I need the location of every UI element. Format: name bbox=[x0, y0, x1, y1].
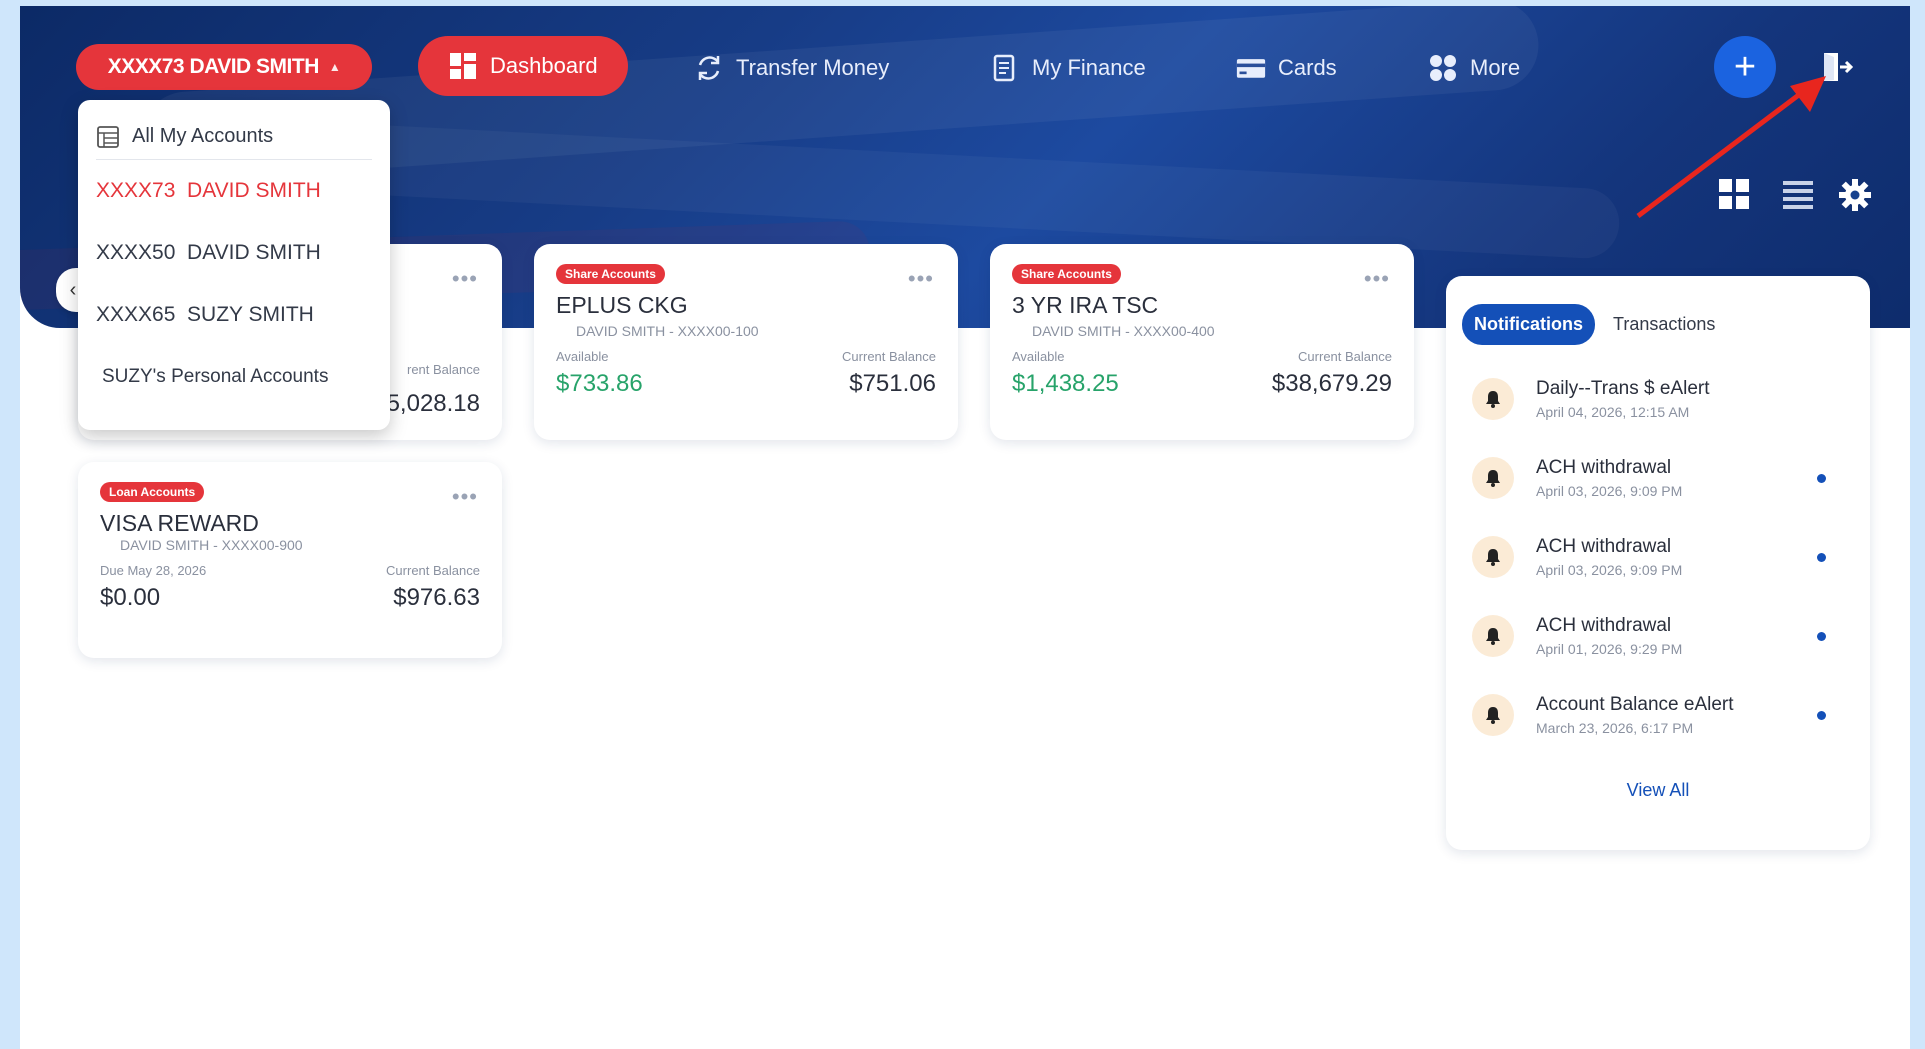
current-balance-value: $976.63 bbox=[393, 584, 480, 611]
account-owner-number: DAVID SMITH - XXXX00-100 bbox=[576, 323, 759, 339]
table-list-icon bbox=[97, 125, 119, 148]
bell-icon bbox=[1472, 377, 1514, 420]
account-card-eplus-ckg[interactable]: Share Accounts ••• EPLUS CKG DAVID SMITH… bbox=[534, 244, 958, 440]
available-value: $1,438.25 bbox=[1012, 370, 1119, 397]
current-balance-label: Current Balance bbox=[1298, 349, 1392, 364]
account-type-badge: Share Accounts bbox=[1012, 264, 1121, 284]
current-balance-label: Current Balance bbox=[842, 349, 936, 364]
nav-dashboard-label: Dashboard bbox=[490, 53, 598, 78]
bell-icon bbox=[1472, 535, 1514, 578]
account-name: 3 YR IRA TSC bbox=[1012, 292, 1159, 318]
nav-dashboard[interactable]: Dashboard bbox=[418, 36, 628, 96]
card-balance-value: 5,028.18 bbox=[386, 390, 480, 417]
more-options-icon[interactable]: ••• bbox=[908, 266, 934, 292]
grid-view-icon[interactable] bbox=[1718, 178, 1750, 210]
more-options-icon[interactable]: ••• bbox=[452, 484, 478, 510]
account-selector-button[interactable]: XXXX73 DAVID SMITH ▲ bbox=[76, 44, 372, 90]
notification-title: ACH withdrawal bbox=[1536, 614, 1672, 636]
account-selector-label: XXXX73 DAVID SMITH bbox=[107, 55, 320, 78]
view-all-link[interactable]: View All bbox=[1462, 780, 1854, 801]
bell-icon bbox=[1472, 614, 1514, 657]
notification-item[interactable]: ACH withdrawal April 03, 2026, 9:09 PM bbox=[1462, 438, 1854, 517]
account-type-badge: Share Accounts bbox=[556, 264, 665, 284]
due-amount-value: $0.00 bbox=[100, 584, 161, 611]
notification-item[interactable]: Daily--Trans $ eAlert April 04, 2026, 12… bbox=[1462, 359, 1854, 438]
nav-my-finance-label: My Finance bbox=[1032, 55, 1146, 80]
dropdown-item-all-accounts[interactable]: All My Accounts bbox=[96, 114, 372, 160]
nav-cards-label: Cards bbox=[1278, 55, 1337, 80]
app-frame: XXXX73 DAVID SMITH ▲ Dashboard Transfer … bbox=[20, 6, 1910, 1049]
gear-icon[interactable] bbox=[1838, 178, 1872, 212]
dropdown-item-xxxx65[interactable]: XXXX65 SUZY SMITH bbox=[96, 284, 372, 346]
nav-more-label: More bbox=[1470, 55, 1521, 80]
due-date-label: Due May 28, 2026 bbox=[100, 563, 207, 578]
notification-item[interactable]: ACH withdrawal April 01, 2026, 9:29 PM bbox=[1462, 596, 1854, 675]
nav-more[interactable]: More bbox=[1428, 40, 1520, 96]
unread-dot bbox=[1817, 711, 1826, 720]
available-label: Available bbox=[556, 349, 609, 364]
tab-notifications[interactable]: Notifications bbox=[1462, 304, 1596, 345]
notifications-panel: Notifications Transactions Daily--Trans … bbox=[1446, 276, 1870, 850]
notification-title: ACH withdrawal bbox=[1536, 456, 1672, 478]
bell-icon bbox=[1472, 456, 1514, 499]
current-balance-value: $38,679.29 bbox=[1271, 370, 1392, 397]
notification-date: April 01, 2026, 9:29 PM bbox=[1536, 640, 1683, 657]
list-view-icon[interactable] bbox=[1782, 178, 1814, 210]
nav-transfer-money-label: Transfer Money bbox=[736, 55, 890, 80]
account-name: VISA REWARD bbox=[100, 510, 259, 536]
card-right-label: rent Balance bbox=[407, 362, 480, 377]
bell-icon bbox=[1472, 693, 1514, 736]
more-options-icon[interactable]: ••• bbox=[1364, 266, 1390, 292]
dropdown-item-label: XXXX50 DAVID SMITH bbox=[96, 241, 321, 264]
notification-title: Account Balance eAlert bbox=[1536, 693, 1734, 715]
more-grid-icon bbox=[1430, 55, 1456, 81]
notification-item[interactable]: Account Balance eAlert March 23, 2026, 6… bbox=[1462, 675, 1854, 754]
available-value: $733.86 bbox=[556, 370, 643, 397]
finance-document-icon bbox=[993, 54, 1015, 82]
dropdown-item-xxxx73[interactable]: XXXX73 DAVID SMITH bbox=[96, 160, 372, 222]
chevron-left-icon: ‹ bbox=[69, 278, 77, 301]
unread-dot bbox=[1817, 553, 1826, 562]
current-balance-value: $751.06 bbox=[849, 370, 936, 397]
unread-dot bbox=[1817, 474, 1826, 483]
current-balance-label: Current Balance bbox=[386, 563, 480, 578]
available-label: Available bbox=[1012, 349, 1065, 364]
notification-title: ACH withdrawal bbox=[1536, 535, 1672, 557]
dropdown-item-xxxx50[interactable]: XXXX50 DAVID SMITH bbox=[96, 222, 372, 284]
credit-card-icon bbox=[1236, 59, 1266, 78]
notification-date: March 23, 2026, 6:17 PM bbox=[1536, 719, 1694, 736]
dropdown-item-suzy-personal[interactable]: SUZY's Personal Accounts bbox=[96, 346, 372, 408]
account-owner-number: DAVID SMITH - XXXX00-900 bbox=[120, 537, 303, 553]
dashboard-icon bbox=[450, 53, 476, 79]
nav-my-finance[interactable]: My Finance bbox=[990, 40, 1146, 96]
dropdown-item-label: XXXX73 DAVID SMITH bbox=[96, 179, 321, 202]
nav-transfer-money[interactable]: Transfer Money bbox=[694, 40, 889, 96]
account-card-visa-reward[interactable]: Loan Accounts ••• VISA REWARD DAVID SMIT… bbox=[78, 462, 502, 658]
tab-transactions[interactable]: Transactions bbox=[1613, 314, 1715, 335]
account-owner-number: DAVID SMITH - XXXX00-400 bbox=[1032, 323, 1215, 339]
account-card-ira[interactable]: Share Accounts ••• 3 YR IRA TSC DAVID SM… bbox=[990, 244, 1414, 440]
dropdown-item-label: SUZY's Personal Accounts bbox=[102, 366, 329, 387]
dropdown-item-label: XXXX65 SUZY SMITH bbox=[96, 303, 314, 326]
account-type-badge: Loan Accounts bbox=[100, 482, 205, 502]
unread-dot bbox=[1817, 632, 1826, 641]
notification-date: April 04, 2026, 12:15 AM bbox=[1536, 403, 1690, 420]
more-options-icon[interactable]: ••• bbox=[452, 266, 478, 292]
transfer-icon bbox=[698, 56, 720, 80]
notification-item[interactable]: ACH withdrawal April 03, 2026, 9:09 PM bbox=[1462, 517, 1854, 596]
notification-date: April 03, 2026, 9:09 PM bbox=[1536, 482, 1683, 499]
nav-cards[interactable]: Cards bbox=[1236, 40, 1337, 96]
dropdown-item-label: All My Accounts bbox=[132, 125, 274, 147]
notification-date: April 03, 2026, 9:09 PM bbox=[1536, 561, 1683, 578]
caret-up-icon: ▲ bbox=[328, 60, 341, 74]
notification-title: Daily--Trans $ eAlert bbox=[1536, 377, 1710, 399]
account-name: EPLUS CKG bbox=[556, 292, 688, 318]
account-dropdown-menu: All My Accounts XXXX73 DAVID SMITH XXXX5… bbox=[78, 100, 390, 430]
